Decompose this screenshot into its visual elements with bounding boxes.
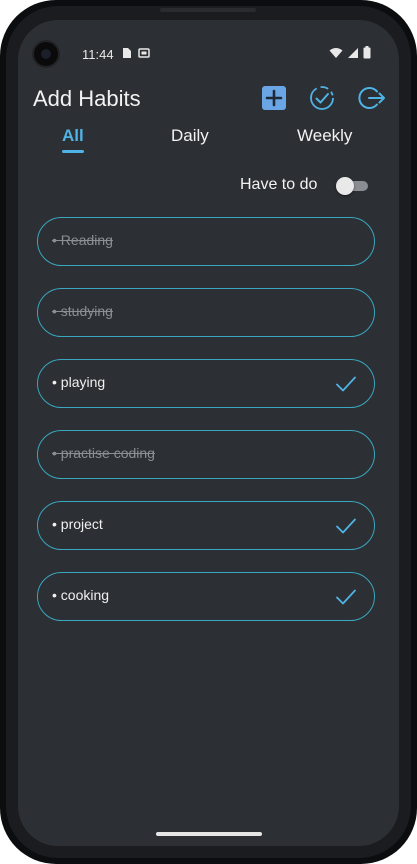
habit-text: • project [52,516,103,532]
checkmark-icon[interactable] [334,585,358,609]
habit-text: • cooking [52,587,110,603]
cellular-signal-icon [348,47,358,58]
battery-icon [363,46,371,59]
habit-text: • studying [52,303,113,319]
habit-item-project[interactable]: • project [37,501,375,550]
wifi-icon [329,47,343,58]
status-time: 11:44 [82,47,114,62]
habit-text: • practise coding [52,445,155,461]
habit-item-practise-coding[interactable]: • practise coding [37,430,375,479]
tab-daily[interactable]: Daily [171,126,209,146]
check-circle-dashed-icon[interactable] [308,84,336,112]
toggle-thumb [336,177,354,195]
front-camera [32,40,60,68]
logout-icon[interactable] [358,84,386,112]
habit-item-reading[interactable]: • Reading [37,217,375,266]
habit-item-playing[interactable]: • playing [37,359,375,408]
checkmark-icon[interactable] [334,514,358,538]
page-title: Add Habits [33,86,141,111]
tab-weekly[interactable]: Weekly [297,126,352,146]
habit-text: • playing [52,374,106,390]
habit-text: • Reading [52,232,113,248]
habit-item-studying[interactable]: • studying [37,288,375,337]
tab-all[interactable]: All [62,126,84,146]
habit-item-cooking[interactable]: • cooking [37,572,375,621]
plus-square-icon[interactable] [260,84,288,112]
app-screen: 11:44 Add Habits All Daily Weekly Have t… [18,20,399,846]
status-system [329,46,371,59]
screen-record-icon [138,48,150,58]
home-indicator[interactable] [156,832,262,836]
sim-card-icon [123,48,131,58]
active-tab-indicator [62,150,84,153]
checkmark-icon[interactable] [334,372,358,396]
have-to-do-toggle[interactable] [336,177,368,195]
tab-bar: All Daily Weekly [18,124,399,164]
status-notifications [122,47,150,59]
have-to-do-label: Have to do [240,176,318,193]
phone-frame: 11:44 Add Habits All Daily Weekly Have t… [0,0,417,864]
earpiece [160,8,256,12]
